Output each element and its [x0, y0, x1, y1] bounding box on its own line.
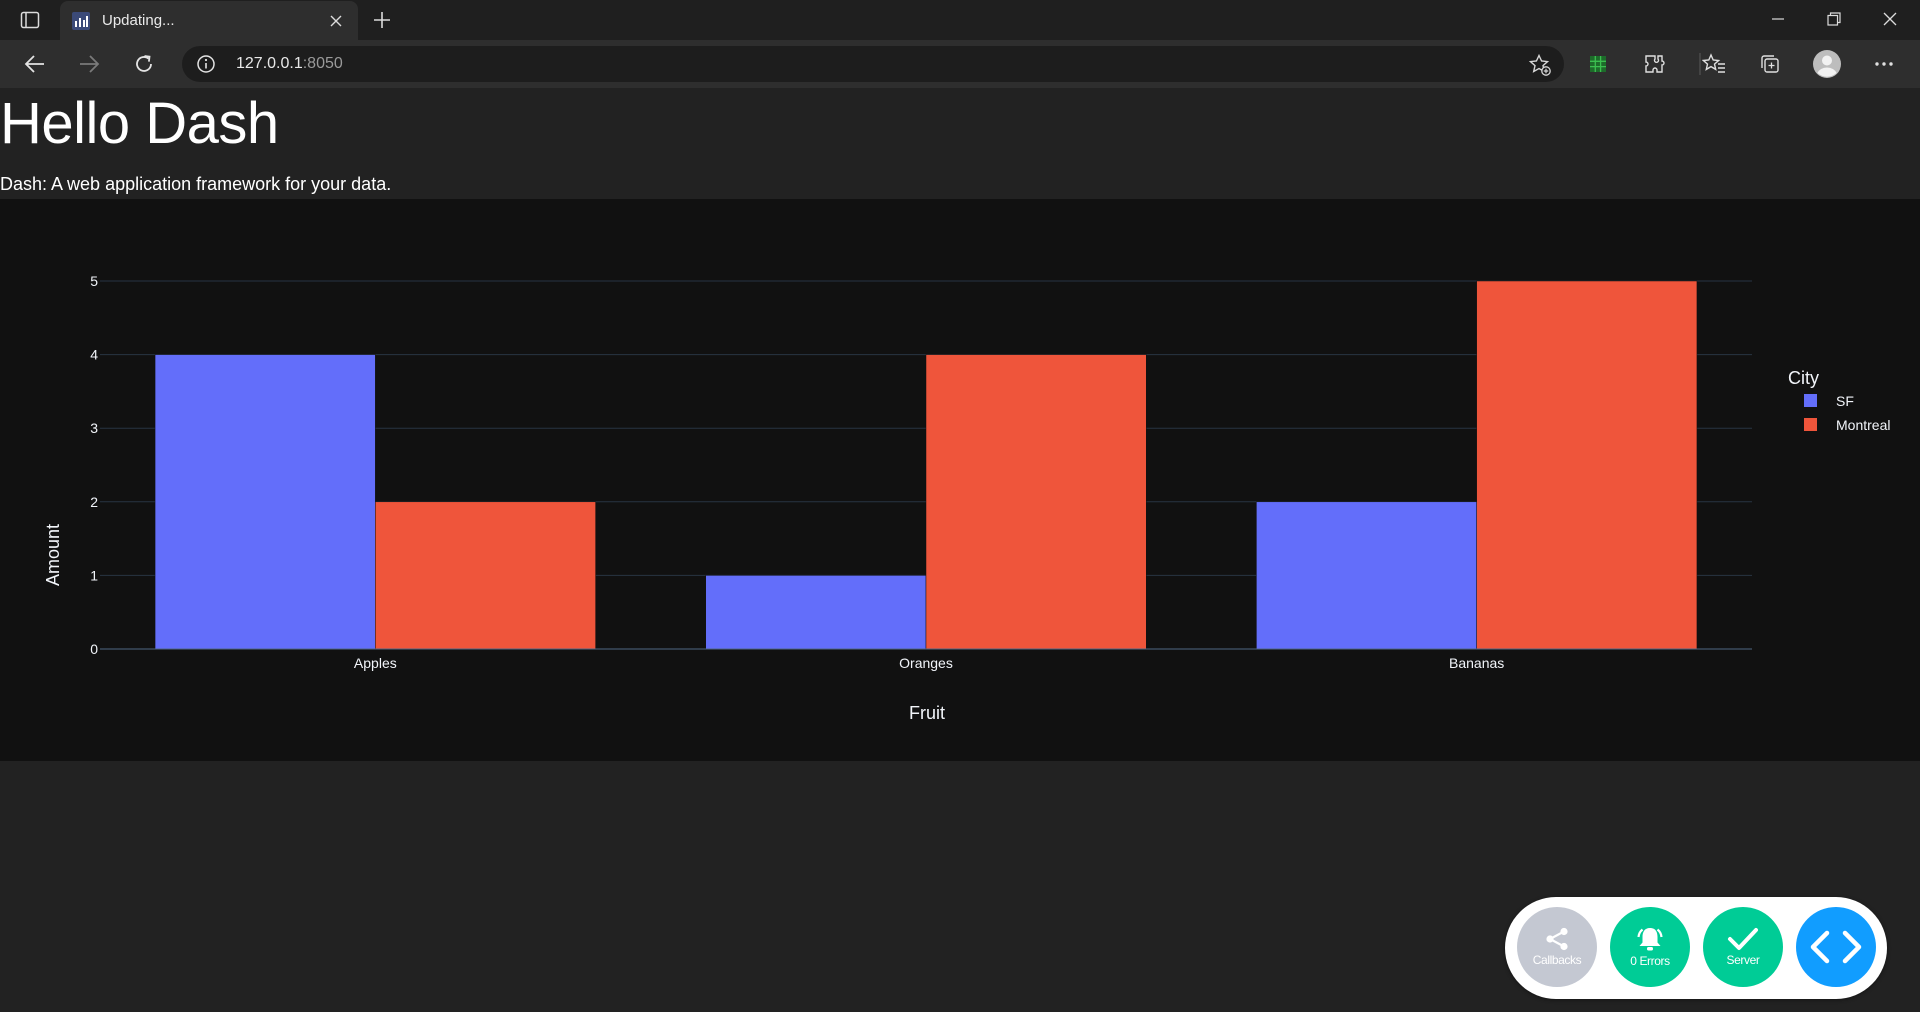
errors-label: 0 Errors [1630, 954, 1670, 968]
callbacks-label: Callbacks [1532, 953, 1582, 967]
share-graph-icon [1546, 927, 1568, 951]
minimize-window-button[interactable] [1750, 0, 1806, 38]
close-tab-icon[interactable] [326, 11, 346, 31]
server-label: Server [1726, 953, 1760, 967]
bar-sf-oranges[interactable] [705, 575, 927, 650]
code-brackets-icon [1810, 930, 1862, 964]
forward-button[interactable] [72, 48, 106, 80]
settings-more-icon[interactable] [1870, 50, 1898, 78]
reload-button[interactable] [127, 48, 161, 80]
bar-chart[interactable]: 0 1 2 3 4 5 Apples Oranges Bananas Fruit Amount… [0, 199, 1920, 761]
site-info-icon[interactable] [196, 54, 216, 74]
collections-icon[interactable] [1756, 50, 1784, 78]
grid-extension-icon[interactable] [1584, 50, 1612, 78]
legend-title: City [1788, 368, 1819, 388]
y-tick-label: 3 [90, 420, 98, 436]
add-favorite-icon[interactable] [1528, 53, 1552, 77]
legend-item-sf[interactable]: SF [1804, 393, 1854, 409]
browser-tab-active[interactable]: Updating... [60, 1, 358, 40]
bar-montreal-bananas[interactable] [1476, 280, 1698, 650]
url-port: :8050 [302, 55, 343, 72]
y-tick-label: 2 [90, 494, 98, 510]
url-text[interactable]: 127.0.0.1:8050 [236, 55, 343, 73]
x-axis-label: Fruit [909, 703, 945, 723]
legend-swatch [1804, 418, 1817, 431]
server-status-button[interactable]: Server [1703, 907, 1783, 987]
y-axis-label: Amount [43, 524, 63, 586]
x-tick-label: Oranges [899, 655, 953, 671]
legend-label: Montreal [1836, 417, 1890, 433]
restore-window-button[interactable] [1806, 0, 1862, 38]
errors-button[interactable]: 0 Errors [1610, 907, 1690, 987]
bar-montreal-apples[interactable] [375, 501, 596, 650]
legend-label: SF [1836, 393, 1854, 409]
bars[interactable] [154, 280, 1698, 650]
address-bar[interactable]: 127.0.0.1:8050 [182, 46, 1564, 82]
profile-avatar[interactable] [1812, 49, 1842, 79]
checkmark-icon [1728, 928, 1758, 950]
close-window-button[interactable] [1862, 0, 1918, 38]
legend-item-montreal[interactable]: Montreal [1804, 417, 1890, 433]
new-tab-button[interactable] [368, 6, 396, 34]
y-tick-label: 1 [90, 567, 98, 583]
dash-favicon-icon [72, 11, 90, 30]
tab-title: Updating... [102, 12, 175, 29]
bar-montreal-oranges[interactable] [925, 354, 1147, 650]
page-title: Hello Dash [0, 91, 279, 156]
back-button[interactable] [18, 48, 52, 80]
callbacks-button[interactable]: Callbacks [1517, 907, 1597, 987]
dash-debug-menu: Callbacks 0 Errors Server [1505, 897, 1887, 999]
x-tick-label: Bananas [1449, 655, 1504, 671]
y-tick-label: 4 [90, 347, 98, 363]
legend[interactable]: City SF Montreal [1788, 368, 1890, 433]
y-tick-label: 0 [90, 641, 98, 657]
debug-menu-toggle-button[interactable] [1796, 907, 1876, 987]
legend-swatch [1804, 394, 1817, 407]
extensions-icon[interactable] [1640, 50, 1668, 78]
bar-sf-bananas[interactable] [1256, 501, 1477, 650]
bell-icon [1637, 928, 1663, 951]
y-tick-label: 5 [90, 273, 98, 289]
chart-svg: 0 1 2 3 4 5 Apples Oranges Bananas Fruit Amount… [43, 273, 1890, 723]
favorites-icon[interactable] [1700, 50, 1728, 78]
tab-actions-icon[interactable] [16, 8, 44, 32]
x-tick-labels: Apples Oranges Bananas [354, 655, 1504, 671]
browser-titlebar: Updating... [0, 0, 1920, 40]
bar-sf-apples[interactable] [154, 354, 376, 650]
browser-toolbar: 127.0.0.1:8050 [0, 40, 1920, 88]
x-tick-label: Apples [354, 655, 397, 671]
page-content: Hello Dash Dash: A web application frame… [0, 88, 1920, 1012]
url-host: 127.0.0.1 [236, 55, 303, 72]
y-tick-labels: 0 1 2 3 4 5 [90, 273, 98, 657]
page-subtitle: Dash: A web application framework for yo… [0, 174, 392, 194]
